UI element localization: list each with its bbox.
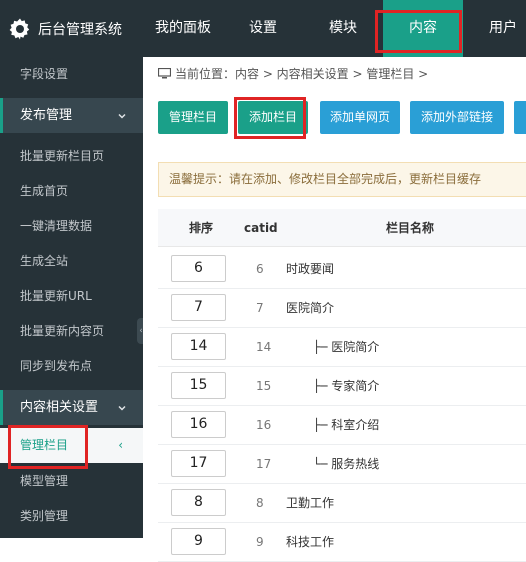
nav-modules[interactable]: 模块 [303, 0, 383, 57]
sidebar-group-publish[interactable]: 发布管理 [0, 98, 143, 133]
breadcrumb: 当前位置：内容 > 内容相关设置 > 管理栏目 > [158, 65, 428, 82]
chevron-left-icon: ‹ [118, 438, 123, 452]
order-input[interactable]: 9 [171, 528, 226, 555]
row-catid: 17 [256, 457, 272, 471]
highlight-box-nav-content [375, 10, 462, 53]
chevron-down-icon [117, 390, 127, 425]
row-catid: 15 [256, 379, 272, 393]
more-button[interactable] [514, 101, 526, 134]
sidebar-group-label: 发布管理 [20, 108, 73, 123]
sidebar-item-sync-publish[interactable]: 同步到发布点 [0, 349, 143, 384]
add-single-page-button[interactable]: 添加单网页 [320, 101, 400, 134]
sidebar-item-batch-update-content[interactable]: 批量更新内容页 [0, 314, 143, 349]
order-input[interactable]: 8 [171, 489, 226, 516]
sidebar-item-generate-home[interactable]: 生成首页 [0, 174, 143, 209]
row-catid: 8 [256, 496, 264, 510]
order-input[interactable]: 16 [171, 411, 226, 438]
manage-category-button[interactable]: 管理栏目 [158, 101, 228, 134]
monitor-icon [158, 68, 171, 79]
column-name: 栏目名称 [386, 221, 435, 235]
app-title: 后台管理系统 [38, 21, 122, 38]
highlight-box-add-category [234, 97, 306, 139]
main-content: 当前位置：内容 > 内容相关设置 > 管理栏目 > 管理栏目 添加栏目 添加单网… [143, 57, 526, 562]
table-row: 15 15 ├─ 专家简介 [158, 367, 526, 406]
order-input[interactable]: 6 [171, 255, 226, 282]
sidebar-item-generate-site[interactable]: 生成全站 [0, 244, 143, 279]
table-row: 14 14 ├─ 医院简介 [158, 328, 526, 367]
table-row: 9 9 科技工作 [158, 523, 526, 562]
sidebar-item-clean-data[interactable]: 一键清理数据 [0, 209, 143, 244]
order-input[interactable]: 15 [171, 372, 226, 399]
order-input[interactable]: 14 [171, 333, 226, 360]
sidebar-item-batch-update-url[interactable]: 批量更新URL [0, 279, 143, 314]
row-name: ├─ 医院简介 [313, 340, 380, 354]
table-row: 6 6 时政要闻 [158, 250, 526, 289]
sidebar-group-label: 内容相关设置 [20, 400, 99, 415]
row-name: 时政要闻 [286, 262, 335, 276]
nav-my-panel[interactable]: 我的面板 [143, 0, 223, 57]
row-name: ├─ 科室介绍 [313, 418, 380, 432]
sidebar-item-type-manage[interactable]: 类别管理 [0, 499, 143, 534]
sidebar-item-field-settings[interactable]: 字段设置 [0, 57, 143, 92]
row-catid: 6 [256, 262, 264, 276]
column-order: 排序 [189, 221, 214, 235]
nav-users[interactable]: 用户 [463, 0, 526, 57]
table-row: 7 7 医院简介 [158, 289, 526, 328]
order-input[interactable]: 7 [171, 294, 226, 321]
add-external-link-button[interactable]: 添加外部链接 [410, 101, 504, 134]
breadcrumb-text: 当前位置：内容 > 内容相关设置 > 管理栏目 > [175, 67, 429, 81]
tip-alert: 温馨提示：请在添加、修改栏目全部完成后，更新栏目缓存 [158, 162, 526, 197]
table-header: 排序 catid 栏目名称 [158, 209, 526, 247]
app-logo[interactable]: 后台管理系统 [0, 0, 143, 57]
chevron-down-icon [117, 98, 127, 133]
gear-icon [9, 18, 30, 39]
sidebar-group-content-settings[interactable]: 内容相关设置 [0, 390, 143, 425]
row-catid: 9 [256, 535, 264, 549]
row-name: 医院简介 [286, 301, 335, 315]
table-row: 16 16 ├─ 科室介绍 [158, 406, 526, 445]
nav-settings[interactable]: 设置 [223, 0, 303, 57]
row-name: 卫勤工作 [286, 496, 335, 510]
row-name: 科技工作 [286, 535, 335, 549]
table-row: 8 8 卫勤工作 [158, 484, 526, 523]
column-catid: catid [244, 221, 278, 235]
table-row: 17 17 └─ 服务热线 [158, 445, 526, 484]
row-catid: 14 [256, 340, 272, 354]
row-name: └─ 服务热线 [313, 457, 380, 471]
row-catid: 7 [256, 301, 264, 315]
highlight-box-manage-category [8, 425, 88, 469]
sidebar-item-model-manage[interactable]: 模型管理 [0, 464, 143, 499]
row-catid: 16 [256, 418, 272, 432]
order-input[interactable]: 17 [171, 450, 226, 477]
sidebar-item-batch-update-category[interactable]: 批量更新栏目页 [0, 139, 143, 174]
row-name: ├─ 专家简介 [313, 379, 380, 393]
